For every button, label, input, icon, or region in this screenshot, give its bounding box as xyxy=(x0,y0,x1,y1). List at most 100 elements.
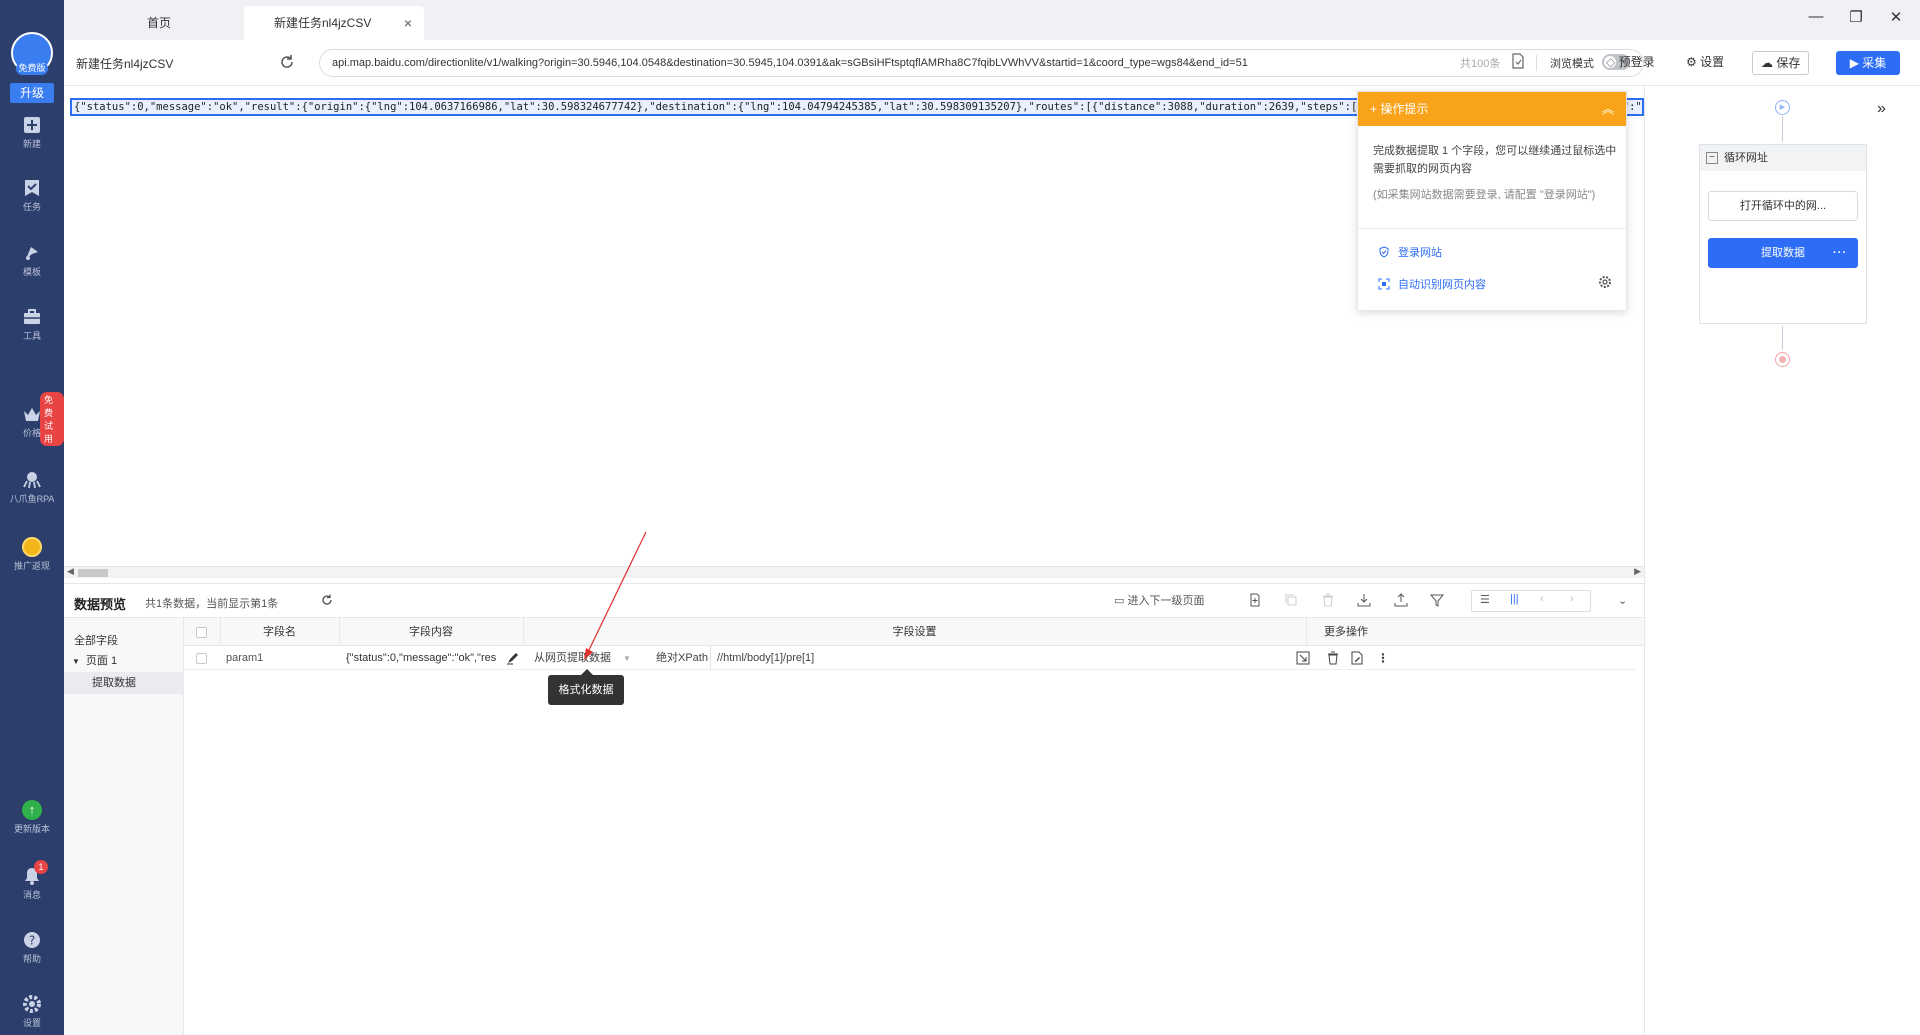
shield-icon: ◇ xyxy=(1606,55,1619,69)
horizontal-scrollbar[interactable]: ◀ ▶ xyxy=(64,566,1644,578)
sidebar-item-referral[interactable]: 推广返现 xyxy=(0,537,64,572)
sidebar-item-tools[interactable]: 工具 xyxy=(0,307,64,342)
next-level-page-button[interactable]: ▭ 进入下一级页面 xyxy=(1114,592,1204,610)
save-label: 保存 xyxy=(1776,56,1801,70)
list-view-icon[interactable]: ☰ xyxy=(1480,593,1490,606)
copy-icon[interactable] xyxy=(1284,592,1298,610)
close-icon[interactable]: × xyxy=(404,6,412,40)
save-button[interactable]: ☁ 保存 xyxy=(1752,51,1810,75)
tab-home[interactable]: 首页 xyxy=(84,6,234,40)
sidebar-item-messages[interactable]: 消息 xyxy=(0,866,64,901)
url-input[interactable]: api.map.baidu.com/directionlite/v1/walki… xyxy=(319,49,1644,77)
sidebar-item-templates[interactable]: 模板 xyxy=(0,243,64,278)
page-icon: ▭ xyxy=(1114,595,1128,607)
collect-button[interactable]: ▶ 采集 xyxy=(1836,51,1900,75)
column-view-icon[interactable]: ||| xyxy=(1510,593,1519,605)
auto-detect-link[interactable]: 自动识别网页内容 xyxy=(1378,276,1486,292)
xpath-type[interactable]: 绝对XPath xyxy=(656,646,708,670)
login-website-link[interactable]: 登录网站 xyxy=(1378,244,1442,260)
tree-page-1[interactable]: ▼ 页面 1 xyxy=(72,652,117,668)
play-icon: ▶ xyxy=(1849,56,1863,70)
data-preview-panel: 数据预览 共1条数据，当前显示第1条 ▭ 进入下一级页面 ☰ ||| ‹ › ⌄… xyxy=(64,583,1644,1035)
tree-all-fields[interactable]: 全部字段 xyxy=(74,632,118,648)
sidebar-item-tasks[interactable]: 任务 xyxy=(0,178,64,213)
hint-header: + 操作提示 ︽ xyxy=(1358,92,1626,126)
sidebar-item-new[interactable]: 新建 xyxy=(0,115,64,150)
template-icon xyxy=(22,243,42,263)
flow-connector xyxy=(1782,326,1783,350)
double-chevron-right-icon[interactable]: » xyxy=(1877,100,1886,118)
format-data-tooltip: 格式化数据 xyxy=(548,669,624,705)
sidebar-item-label: 新建 xyxy=(22,139,41,149)
caret-down-icon: ▼ xyxy=(72,657,80,666)
login-website-label: 登录网站 xyxy=(1398,247,1442,259)
upload-icon[interactable] xyxy=(1394,592,1408,610)
locate-element-icon[interactable] xyxy=(1296,651,1310,665)
format-data-icon[interactable] xyxy=(506,651,520,665)
row-checkbox[interactable] xyxy=(196,653,207,664)
upgrade-button[interactable]: 升级 xyxy=(10,83,54,103)
tab-label: 新建任务nl4jzCSV xyxy=(274,16,372,30)
address-bar: 新建任务nl4jzCSV api.map.baidu.com/direction… xyxy=(64,40,1920,86)
window-close-icon[interactable]: ✕ xyxy=(1886,8,1906,26)
next-level-label: 进入下一级页面 xyxy=(1127,595,1205,607)
tab-bar: 首页 新建任务nl4jzCSV × — ❐ ✕ xyxy=(64,0,1920,40)
sidebar-item-update[interactable]: ↑ 更新版本 xyxy=(0,800,64,835)
sidebar-item-settings[interactable]: 设置 xyxy=(0,994,64,1029)
next-icon[interactable]: › xyxy=(1570,593,1574,605)
settings-icon xyxy=(22,994,42,1014)
select-all-checkbox[interactable] xyxy=(196,627,207,638)
trash-icon[interactable] xyxy=(1326,651,1340,665)
loop-url-block[interactable]: − 循环网址 打开循环中的网... 提取数据 ··· xyxy=(1699,144,1867,324)
collapse-icon[interactable]: ︽ xyxy=(1602,92,1614,126)
tree-extract-data[interactable]: 提取数据 xyxy=(64,672,184,694)
scroll-left-icon[interactable]: ◀ xyxy=(67,566,74,577)
document-icon[interactable] xyxy=(1510,53,1526,69)
collapse-panel-icon[interactable]: ⌄ xyxy=(1618,592,1627,610)
auto-detect-label: 自动识别网页内容 xyxy=(1398,279,1486,291)
edit-document-icon[interactable] xyxy=(1350,651,1364,665)
gear-icon[interactable] xyxy=(1598,275,1612,289)
prev-icon[interactable]: ‹ xyxy=(1540,593,1544,605)
extract-source-select[interactable]: 从网页提取数据 ▼ xyxy=(534,646,631,670)
plus-square-icon xyxy=(22,115,42,135)
crown-icon xyxy=(22,404,42,424)
filter-icon[interactable] xyxy=(1429,592,1445,610)
add-field-icon[interactable] xyxy=(1248,592,1262,610)
sidebar-item-label: 工具 xyxy=(22,331,41,341)
settings-button[interactable]: ⚙ 设置 xyxy=(1686,51,1724,75)
sidebar-item-rpa[interactable]: 八爪鱼RPA xyxy=(0,470,64,505)
refresh-icon[interactable] xyxy=(278,53,296,71)
extract-data-node[interactable]: 提取数据 ··· xyxy=(1708,238,1858,268)
message-count-badge: 1 xyxy=(34,860,48,874)
sidebar-item-pricing[interactable]: 价格 xyxy=(0,404,64,439)
tab-current-task[interactable]: 新建任务nl4jzCSV × xyxy=(244,6,424,40)
more-dots-icon[interactable]: ··· xyxy=(1833,239,1847,267)
field-name-cell[interactable]: param1 xyxy=(226,646,263,670)
scroll-right-icon[interactable]: ▶ xyxy=(1634,566,1641,577)
restore-icon[interactable]: ❐ xyxy=(1846,8,1866,26)
sidebar-item-help[interactable]: ? 帮助 xyxy=(0,930,64,965)
cloud-icon: ☁ xyxy=(1761,56,1777,70)
gear-icon: ⚙ xyxy=(1686,55,1701,69)
more-vertical-icon[interactable]: ⋮ xyxy=(1376,651,1390,665)
sidebar-item-label: 更新版本 xyxy=(13,824,50,834)
caret-down-icon: ▼ xyxy=(623,654,631,663)
extract-source-value: 从网页提取数据 xyxy=(534,652,611,664)
delete-icon[interactable] xyxy=(1321,592,1335,610)
settings-label: 设置 xyxy=(1700,55,1725,69)
operation-hint-panel: + 操作提示 ︽ 完成数据提取 1 个字段，您可以继续通过鼠标选中需要抓取的网页… xyxy=(1357,91,1627,311)
flow-end-icon xyxy=(1775,352,1790,367)
page-title: 新建任务nl4jzCSV xyxy=(76,57,174,71)
refresh-icon[interactable] xyxy=(320,593,334,607)
open-loop-url-node[interactable]: 打开循环中的网... xyxy=(1708,191,1858,221)
scrollbar-thumb[interactable] xyxy=(78,569,108,577)
octopus-icon xyxy=(22,470,42,490)
collapse-minus-icon[interactable]: − xyxy=(1706,152,1718,164)
preview-login-button[interactable]: ◇ 预登录 xyxy=(1606,51,1655,75)
field-content-cell[interactable]: {"status":0,"message":"ok","result":{... xyxy=(346,646,496,670)
edition-badge: 免费版 xyxy=(16,62,48,75)
minimize-icon[interactable]: — xyxy=(1806,8,1826,25)
download-icon[interactable] xyxy=(1357,592,1371,610)
xpath-value[interactable]: //html/body[1]/pre[1] xyxy=(710,646,814,670)
